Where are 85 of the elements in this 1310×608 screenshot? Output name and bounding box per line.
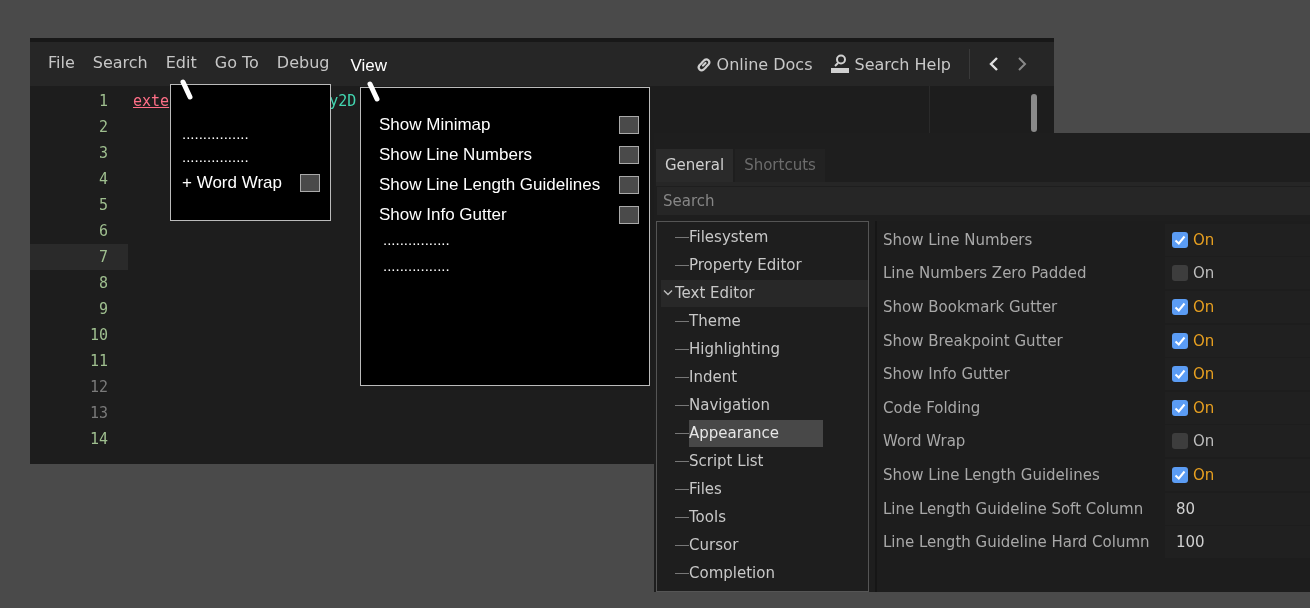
menu-item[interactable]: Go To (205, 52, 268, 76)
menu-option[interactable]: + Word Wrap (182, 173, 282, 193)
line-number: 12 (88, 377, 109, 398)
property-label: Show Line Length Guidelines (882, 465, 1101, 484)
line-number: 7 (30, 244, 128, 270)
toggle-value: On (1193, 398, 1215, 417)
dotted-line: ................ (382, 230, 451, 250)
toggle-value: On (1193, 230, 1215, 249)
tree-item[interactable]: Tools (689, 503, 756, 531)
line-number: 4 (97, 169, 109, 190)
tree-item[interactable]: Indent (689, 363, 768, 391)
help-link[interactable]: Online Docs (694, 54, 813, 74)
menu-option[interactable]: Show Line Length Guidelines (379, 175, 601, 195)
menu-option[interactable]: Show Minimap (379, 115, 491, 135)
property-label: Word Wrap (882, 432, 967, 451)
number-value[interactable]: 100 (1172, 533, 1205, 552)
help-link[interactable]: Search Help (830, 54, 951, 74)
checkbox[interactable] (1172, 299, 1188, 315)
chevron-down-icon (663, 289, 673, 297)
checkbox[interactable] (619, 116, 639, 134)
menu-item[interactable]: File (48, 52, 84, 76)
tree-item[interactable]: Navigation (689, 391, 800, 419)
line-number: 1 (97, 91, 109, 112)
menu-option[interactable]: Show Line Numbers (379, 145, 533, 165)
search-field[interactable]: Search (657, 187, 1310, 215)
tree-item[interactable]: Highlighting (689, 335, 810, 363)
checkbox[interactable] (1172, 399, 1188, 416)
tree-item[interactable]: Text Editor (661, 279, 868, 307)
line-number: 8 (97, 273, 109, 294)
tab[interactable]: General (656, 149, 734, 182)
tree-item[interactable]: Appearance (689, 419, 823, 447)
menu-item[interactable]: Debug (267, 52, 339, 76)
tree-item[interactable]: Completion (689, 559, 805, 587)
checkbox[interactable] (1172, 231, 1188, 248)
checkbox[interactable] (619, 176, 639, 194)
checkbox[interactable] (1172, 366, 1188, 383)
tree-item[interactable]: Script List (689, 447, 794, 475)
line-number: 2 (97, 117, 109, 138)
checkbox[interactable] (1172, 265, 1188, 282)
menu-item[interactable]: Edit (156, 52, 206, 76)
link-icon (694, 55, 713, 73)
toggle-value: On (1193, 298, 1215, 316)
toggle-value: On (1193, 365, 1215, 384)
dotted-line: ................ (182, 147, 250, 167)
property-label: Show Info Gutter (882, 365, 1011, 384)
line-number: 9 (97, 299, 109, 320)
property-label: Show Breakpoint Gutter (882, 331, 1064, 350)
toggle-value: On (1193, 432, 1215, 451)
checkbox[interactable] (300, 174, 320, 192)
dotted-line: ................ (182, 124, 250, 144)
tree-item[interactable]: Theme (689, 307, 771, 335)
property-label: Line Length Guideline Soft Column (882, 499, 1145, 518)
checkbox[interactable] (619, 146, 639, 164)
number-value[interactable]: 80 (1172, 499, 1196, 518)
menu-option[interactable]: Show Info Gutter (379, 205, 507, 225)
tree-item[interactable]: Property Editor (689, 251, 832, 279)
checkbox[interactable] (1172, 433, 1188, 450)
property-label: Line Numbers Zero Padded (882, 264, 1088, 283)
line-number: 14 (88, 429, 109, 450)
code-keyword: exte (133, 92, 170, 110)
checkbox[interactable] (1172, 466, 1188, 483)
dotted-line: ................ (382, 256, 451, 276)
line-number: 5 (97, 195, 109, 216)
doc-search-icon (830, 54, 851, 74)
tree-item[interactable]: Files (689, 475, 752, 503)
scrollbar-thumb[interactable] (1031, 94, 1037, 132)
line-number: 10 (88, 325, 109, 346)
toggle-value: On (1193, 331, 1215, 350)
menu-item[interactable]: Search (83, 52, 157, 76)
property-label: Code Folding (882, 398, 982, 417)
line-number: 3 (97, 143, 109, 164)
line-number: 13 (88, 403, 109, 424)
property-label: Show Bookmark Gutter (882, 298, 1059, 316)
menu-item[interactable]: View (338, 55, 397, 76)
checkbox[interactable] (1172, 332, 1188, 349)
toggle-value: On (1193, 465, 1215, 484)
property-label: Line Length Guideline Hard Column (882, 533, 1151, 552)
tree-item[interactable]: Cursor (689, 531, 769, 559)
checkbox[interactable] (619, 206, 639, 224)
tree-item[interactable]: Filesystem (689, 223, 799, 251)
code-type: y2D (329, 92, 357, 110)
line-number: 6 (97, 221, 109, 242)
toggle-value: On (1193, 264, 1215, 283)
line-number: 11 (88, 351, 109, 372)
property-label: Show Line Numbers (882, 230, 1034, 249)
